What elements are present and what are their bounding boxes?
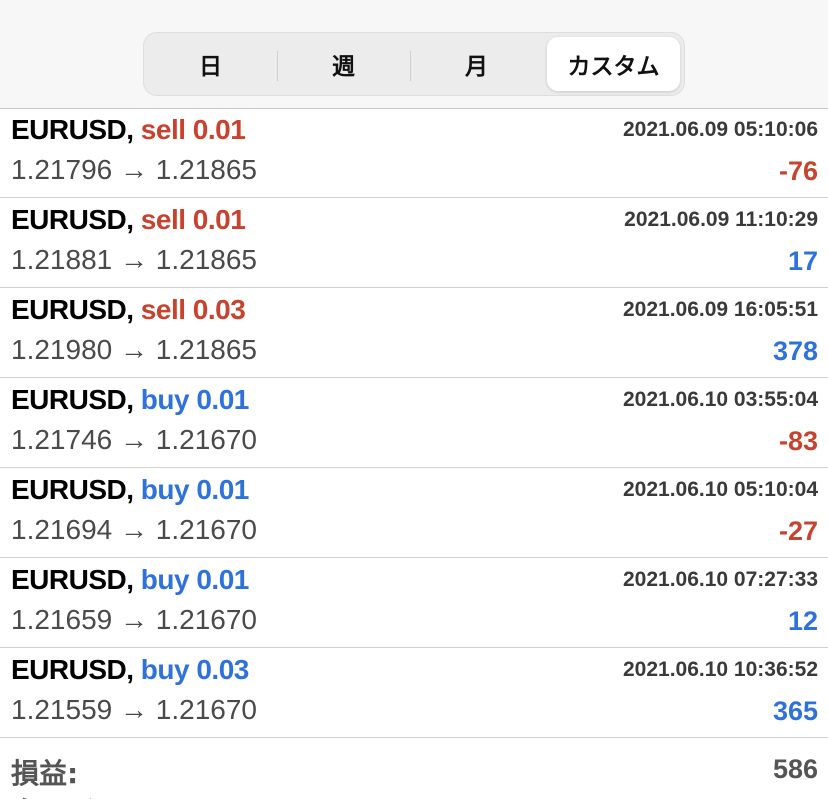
tab-3[interactable]: カスタム [547, 37, 680, 91]
trade-time: 2021.06.09 11:10:29 [624, 208, 818, 231]
trade-time: 2021.06.09 05:10:06 [623, 118, 818, 141]
trade-volume: 0.01 [196, 564, 249, 595]
credit-label: クレジット: [11, 790, 162, 799]
trade-volume: 0.01 [196, 474, 249, 505]
open-price: 1.21559 [11, 694, 113, 725]
open-price: 1.21796 [11, 154, 113, 185]
close-price: 1.21865 [155, 244, 257, 275]
trade-title: EURUSD, sell 0.01 [11, 204, 246, 236]
arrow-right-icon: → [120, 154, 148, 185]
trade-symbol: EURUSD, [11, 564, 134, 595]
trade-prices: 1.21559 → 1.21670 [11, 694, 257, 726]
trade-volume: 0.01 [196, 384, 249, 415]
trade-prices: 1.21659 → 1.21670 [11, 604, 257, 636]
close-price: 1.21670 [155, 694, 257, 725]
trade-symbol: EURUSD, [11, 204, 134, 235]
arrow-right-icon: → [120, 694, 148, 725]
trade-title: EURUSD, sell 0.03 [11, 294, 246, 326]
tab-0[interactable]: 日 [144, 33, 277, 95]
close-price: 1.21865 [155, 154, 257, 185]
trade-prices: 1.21796 → 1.21865 [11, 154, 257, 186]
trade-side: buy [140, 654, 190, 685]
trade-row[interactable]: EURUSD, buy 0.03 2021.06.10 10:36:52 1.215… [0, 648, 828, 738]
trade-title: EURUSD, buy 0.01 [11, 474, 249, 506]
arrow-right-icon: → [120, 424, 148, 455]
trade-profit: -27 [778, 516, 818, 546]
trade-side: sell [140, 204, 186, 235]
trade-symbol: EURUSD, [11, 384, 134, 415]
trade-side: buy [140, 474, 190, 505]
trade-volume: 0.01 [192, 114, 246, 145]
trade-symbol: EURUSD, [11, 474, 134, 505]
trade-row[interactable]: EURUSD, sell 0.03 2021.06.09 16:05:51 1.21… [0, 288, 828, 378]
trade-prices: 1.21881 → 1.21865 [11, 244, 257, 276]
trade-row[interactable]: EURUSD, buy 0.01 2021.06.10 03:55:04 1.217… [0, 378, 828, 468]
trade-profit: -76 [778, 156, 818, 186]
period-segmented-control: 日週月カスタム [143, 32, 685, 96]
trade-history-list: EURUSD, sell 0.01 2021.06.09 05:10:06 1.21… [0, 108, 828, 738]
arrow-right-icon: → [120, 604, 148, 635]
trade-time: 2021.06.10 10:36:52 [623, 658, 818, 681]
trade-volume: 0.03 [196, 654, 249, 685]
trade-time: 2021.06.10 03:55:04 [623, 388, 818, 411]
trade-prices: 1.21694 → 1.21670 [11, 514, 257, 546]
period-header: 日週月カスタム [0, 0, 828, 109]
arrow-right-icon: → [120, 244, 148, 275]
trade-profit: 365 [772, 696, 818, 726]
arrow-right-icon: → [120, 334, 148, 365]
trade-time: 2021.06.10 05:10:04 [623, 478, 818, 501]
trade-symbol: EURUSD, [11, 114, 134, 145]
summary-section: 損益: 586 クレジット: [0, 738, 828, 799]
trade-time: 2021.06.09 16:05:51 [623, 298, 818, 321]
trade-row[interactable]: EURUSD, sell 0.01 2021.06.09 11:10:29 1.21… [0, 198, 828, 288]
trade-profit: -83 [778, 426, 818, 456]
trade-volume: 0.03 [192, 294, 246, 325]
trade-symbol: EURUSD, [11, 294, 134, 325]
trade-row[interactable]: EURUSD, buy 0.01 2021.06.10 07:27:33 1.216… [0, 558, 828, 648]
open-price: 1.21694 [11, 514, 113, 545]
profit-value: 586 [772, 754, 818, 784]
tab-1[interactable]: 週 [277, 33, 410, 95]
profit-label: 損益: [11, 757, 79, 790]
trade-prices: 1.21746 → 1.21670 [11, 424, 257, 456]
open-price: 1.21746 [11, 424, 113, 455]
close-price: 1.21670 [155, 424, 257, 455]
trade-profit: 378 [772, 336, 818, 366]
trade-title: EURUSD, buy 0.01 [11, 564, 249, 596]
trade-side: buy [140, 384, 190, 415]
tab-2[interactable]: 月 [410, 33, 543, 95]
trade-title: EURUSD, sell 0.01 [11, 114, 246, 146]
open-price: 1.21980 [11, 334, 113, 365]
trade-side: sell [140, 294, 186, 325]
trade-profit: 12 [787, 606, 818, 636]
trade-side: buy [140, 564, 190, 595]
trade-prices: 1.21980 → 1.21865 [11, 334, 257, 366]
trade-volume: 0.01 [192, 204, 246, 235]
trade-title: EURUSD, buy 0.03 [11, 654, 249, 686]
close-price: 1.21865 [155, 334, 257, 365]
trade-row[interactable]: EURUSD, sell 0.01 2021.06.09 05:10:06 1.21… [0, 108, 828, 198]
open-price: 1.21881 [11, 244, 113, 275]
close-price: 1.21670 [155, 514, 257, 545]
close-price: 1.21670 [155, 604, 257, 635]
trade-side: sell [140, 114, 186, 145]
trade-time: 2021.06.10 07:27:33 [623, 568, 818, 591]
trade-profit: 17 [787, 246, 818, 276]
arrow-right-icon: → [120, 514, 148, 545]
trade-title: EURUSD, buy 0.01 [11, 384, 249, 416]
trade-symbol: EURUSD, [11, 654, 134, 685]
open-price: 1.21659 [11, 604, 113, 635]
trade-row[interactable]: EURUSD, buy 0.01 2021.06.10 05:10:04 1.216… [0, 468, 828, 558]
